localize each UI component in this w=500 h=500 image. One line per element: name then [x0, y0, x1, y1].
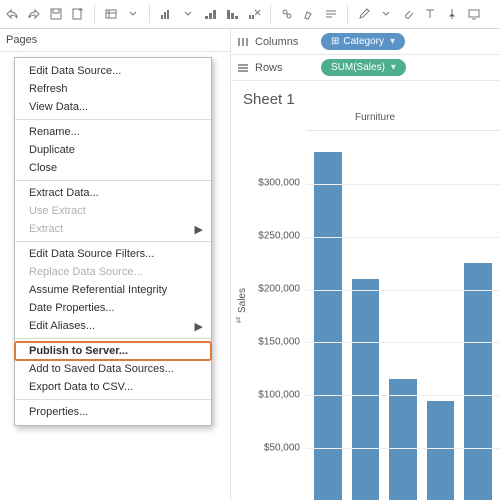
y-ticks: $50,000 $100,000 $150,000 $200,000 $250,000 $…	[250, 130, 304, 500]
y-tick: $300,000	[258, 178, 300, 189]
sort-desc-icon[interactable]	[222, 4, 242, 24]
right-column: Columns ⊞Category▾ Rows SUM(Sales)▾ Shee…	[230, 29, 500, 500]
attach-icon[interactable]	[398, 4, 418, 24]
menu-item-assume-referential-integrity[interactable]: Assume Referential Integrity	[15, 281, 211, 299]
menu-item-use-extract: Use Extract	[15, 202, 211, 220]
mid-column: nalytics perstore (generated) Pages Edit…	[0, 29, 230, 500]
menu-item-edit-data-source-filters[interactable]: Edit Data Source Filters...	[15, 245, 211, 263]
y-tick: $50,000	[264, 443, 300, 454]
menu-item-duplicate[interactable]: Duplicate	[15, 141, 211, 159]
redo-icon[interactable]	[24, 4, 44, 24]
bar-Chairs[interactable]	[352, 279, 380, 500]
chevron-down-icon[interactable]	[123, 4, 143, 24]
rows-shelf-label: Rows	[231, 62, 321, 74]
menu-item-export-data-to-csv[interactable]: Export Data to CSV...	[15, 378, 211, 396]
analytics-tab-label[interactable]: nalytics	[0, 31, 2, 43]
axis-sort-icon[interactable]: ⇅	[235, 316, 250, 325]
pin-icon[interactable]	[442, 4, 462, 24]
bar-(next)[interactable]	[464, 263, 492, 500]
menu-item-close[interactable]: Close	[15, 159, 211, 177]
presentation-icon[interactable]	[464, 4, 484, 24]
pages-label: Pages	[6, 34, 37, 46]
bars	[306, 131, 500, 500]
y-axis-title[interactable]: Sales	[235, 288, 250, 313]
swap-icon[interactable]	[156, 4, 176, 24]
rows-shelf[interactable]: Rows SUM(Sales)▾	[231, 55, 500, 81]
chart-area: Sales ⇅ Furniture $50,000 $100,000 $150,00…	[231, 112, 500, 500]
menu-item-extract: Extract▶	[15, 220, 211, 238]
columns-shelf[interactable]: Columns ⊞Category▾	[231, 29, 500, 55]
y-tick: $250,000	[258, 231, 300, 242]
pages-panel-header: Pages	[0, 29, 230, 52]
rows-icon	[237, 63, 249, 73]
menu-item-date-properties[interactable]: Date Properties...	[15, 299, 211, 317]
clear-icon[interactable]	[244, 4, 264, 24]
body: nalytics perstore (generated) Pages Edit…	[0, 29, 500, 500]
menu-item-replace-data-source: Replace Data Source...	[15, 263, 211, 281]
columns-pill-category[interactable]: ⊞Category▾	[321, 33, 405, 50]
chart: Furniture $50,000 $100,000 $150,000 $200,00…	[250, 112, 500, 500]
save-icon[interactable]	[46, 4, 66, 24]
toolbar	[0, 0, 500, 29]
undo-icon[interactable]	[2, 4, 22, 24]
category-header[interactable]: Furniture	[250, 112, 500, 123]
menu-item-add-to-saved-data-sources[interactable]: Add to Saved Data Sources...	[15, 360, 211, 378]
new-sheet-icon[interactable]	[68, 4, 88, 24]
datasource-context-menu: Edit Data Source...RefreshView Data... Re…	[14, 57, 212, 426]
chevron-down-icon[interactable]	[178, 4, 198, 24]
menu-item-rename[interactable]: Rename...	[15, 123, 211, 141]
y-tick: $100,000	[258, 390, 300, 401]
bar-Tables[interactable]	[427, 401, 455, 500]
menu-item-publish-to-server[interactable]: Publish to Server...	[15, 342, 211, 360]
menu-item-edit-data-source[interactable]: Edit Data Source...	[15, 62, 211, 80]
menu-item-view-data[interactable]: View Data...	[15, 98, 211, 116]
chevron-down-icon[interactable]	[376, 4, 396, 24]
y-tick: $200,000	[258, 284, 300, 295]
columns-icon	[237, 37, 249, 47]
bar-Furnishings[interactable]	[389, 379, 417, 500]
sort-asc-icon[interactable]	[200, 4, 220, 24]
text-icon[interactable]	[420, 4, 440, 24]
menu-item-refresh[interactable]: Refresh	[15, 80, 211, 98]
y-tick: $150,000	[258, 337, 300, 348]
columns-shelf-label: Columns	[231, 36, 321, 48]
pencil-icon[interactable]	[354, 4, 374, 24]
menu-item-edit-aliases[interactable]: Edit Aliases...▶	[15, 317, 211, 335]
format-icon[interactable]	[321, 4, 341, 24]
highlight-icon[interactable]	[299, 4, 319, 24]
rows-pill-sum-sales[interactable]: SUM(Sales)▾	[321, 59, 406, 76]
datasource-label: perstore	[0, 55, 2, 66]
menu-item-extract-data[interactable]: Extract Data...	[15, 184, 211, 202]
group-icon[interactable]	[277, 4, 297, 24]
menu-item-properties[interactable]: Properties...	[15, 403, 211, 421]
plot-area[interactable]	[306, 130, 500, 500]
shelves: Columns ⊞Category▾ Rows SUM(Sales)▾	[231, 29, 500, 81]
sheet-title[interactable]: Sheet 1	[231, 81, 500, 112]
new-worksheet-icon[interactable]	[101, 4, 121, 24]
